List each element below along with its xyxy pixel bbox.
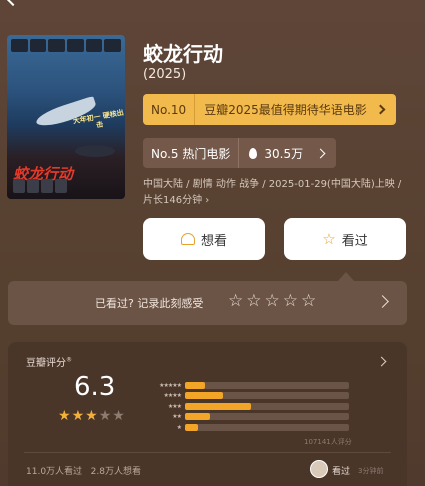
- want-to-watch-button[interactable]: 想看: [143, 218, 265, 260]
- distribution-bar: [185, 402, 251, 410]
- poster-bottom-faces: [13, 179, 67, 193]
- watched-count: 11.0万人看过: [26, 467, 83, 477]
- back-icon[interactable]: [5, 0, 21, 7]
- rating-star-icon: ★: [71, 408, 85, 424]
- rating-score: 6.3: [74, 372, 116, 402]
- distribution-track: [185, 423, 349, 431]
- rate-star-5[interactable]: ☆: [301, 291, 316, 311]
- seen-label: 看过: [341, 233, 368, 249]
- rating-star-icon: ★: [112, 408, 125, 424]
- friend-action: 看过: [332, 467, 351, 477]
- rate-prompt-bar[interactable]: 已看过? 记录此刻感受 ☆ ☆ ☆ ☆ ☆: [8, 281, 407, 325]
- chevron-right-icon: [315, 148, 326, 158]
- divider: [24, 452, 391, 453]
- hot-count: 30.5万: [264, 146, 304, 161]
- chevron-right-icon: [375, 104, 386, 115]
- distribution-row: ★★★★★: [140, 380, 349, 391]
- movie-year: (2025): [143, 67, 187, 82]
- distribution-stars-label: ★★★: [167, 402, 182, 410]
- movie-meta-text: 中国大陆 / 剧情 动作 战争 / 2025-01-29(中国大陆)上映 / 片…: [143, 179, 402, 206]
- rating-star-icon: ★: [98, 408, 112, 424]
- hot-rank: No.5 热门电影: [143, 138, 240, 168]
- distribution-row: ★★: [140, 412, 349, 423]
- distribution-bar: [185, 381, 205, 389]
- friend-time: 3分钟前: [358, 467, 384, 475]
- rate-prompt-text: 已看过? 记录此刻感受: [95, 297, 204, 310]
- rate-star-2[interactable]: ☆: [246, 291, 261, 311]
- rating-stars: ★ ★ ★ ★ ★: [58, 408, 125, 424]
- rate-stars[interactable]: ☆ ☆ ☆ ☆ ☆: [228, 291, 316, 311]
- movie-meta[interactable]: 中国大陆 / 剧情 动作 战争 / 2025-01-29(中国大陆)上映 / 片…: [143, 177, 403, 209]
- distribution-bar: [185, 392, 223, 400]
- distribution-bar: [185, 413, 210, 421]
- distribution-stars-label: ★: [176, 423, 182, 431]
- distribution-track: [185, 402, 349, 410]
- ranking-number: No.10: [143, 94, 196, 125]
- movie-poster[interactable]: 大年初一 硬核出击 蛟龙行动: [7, 35, 125, 199]
- watched-button[interactable]: ☆ 看过: [284, 218, 406, 260]
- distribution-row: ★★★: [140, 401, 349, 412]
- chevron-right-icon: [376, 356, 387, 367]
- distribution-stars-label: ★★★★: [163, 392, 182, 400]
- wanted-count: 2.8万人想看: [90, 467, 141, 477]
- movie-detail-page: 大年初一 硬核出击 蛟龙行动 蛟龙行动 (2025) No.10 豆瓣2025最…: [0, 0, 425, 486]
- distribution-stars-label: ★★: [172, 413, 182, 421]
- rate-star-3[interactable]: ☆: [265, 291, 280, 311]
- chevron-right-icon: [376, 295, 389, 308]
- rate-star-4[interactable]: ☆: [283, 291, 298, 311]
- ranking-text: 豆瓣2025最值得期待华语电影: [204, 103, 367, 117]
- fire-icon: [249, 147, 258, 159]
- hot-movies-badge[interactable]: No.5 热门电影 30.5万: [143, 138, 336, 168]
- watch-stats: 11.0万人看过 2.8万人想看: [26, 464, 141, 477]
- distribution-track: [185, 392, 349, 400]
- poster-submarine-art: [75, 145, 115, 157]
- chevron-right-icon: ›: [205, 195, 210, 206]
- rating-count: 107141人评分: [304, 438, 352, 446]
- heart-plus-icon: [180, 233, 195, 245]
- distribution-bar: [185, 423, 199, 431]
- rating-star-icon: ★: [58, 408, 71, 424]
- distribution-row: ★: [140, 422, 349, 433]
- ranking-badge[interactable]: No.10 豆瓣2025最值得期待华语电影: [143, 94, 396, 125]
- rate-star-1[interactable]: ☆: [228, 291, 243, 311]
- friend-avatar[interactable]: [310, 460, 328, 478]
- popover-caret: [338, 272, 354, 281]
- rating-distribution: ★★★★★ ★★★★ ★★★ ★★ ★: [140, 380, 349, 433]
- distribution-row: ★★★★: [140, 391, 349, 402]
- want-label: 想看: [200, 233, 227, 249]
- rating-star-icon: ★: [85, 408, 98, 424]
- distribution-track: [185, 413, 349, 421]
- poster-cast-faces: [11, 39, 122, 52]
- star-icon: ☆: [322, 229, 336, 248]
- rating-label: 豆瓣评分®: [26, 356, 72, 369]
- distribution-track: [185, 381, 349, 389]
- distribution-stars-label: ★★★★★: [159, 381, 182, 389]
- movie-title: 蛟龙行动: [143, 42, 223, 66]
- douban-rating-card[interactable]: 豆瓣评分® 6.3 ★ ★ ★ ★ ★ ★★★★★ ★★★★ ★★★ ★★ ★ 107141人评…: [8, 342, 407, 486]
